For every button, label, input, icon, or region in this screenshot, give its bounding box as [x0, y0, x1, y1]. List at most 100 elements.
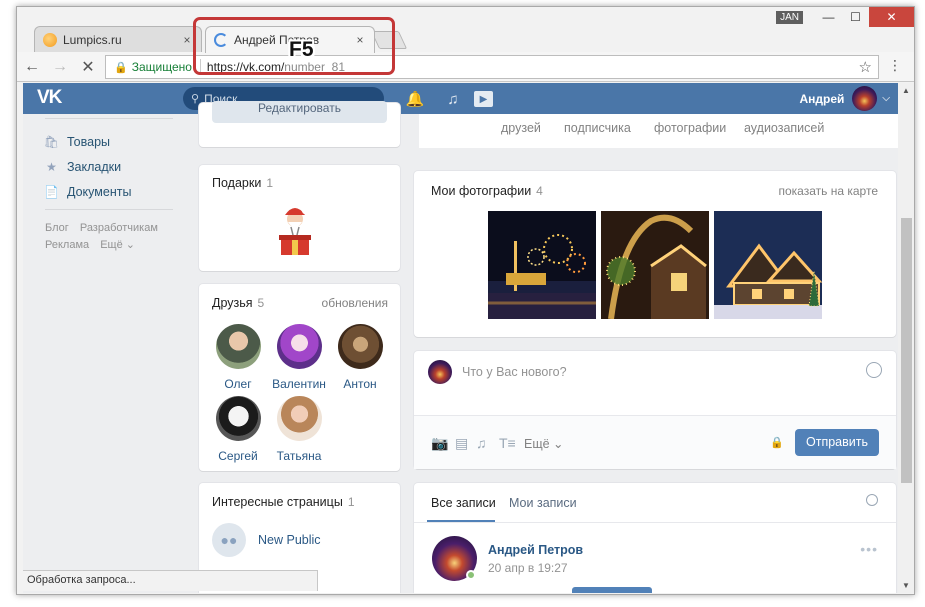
friend-tatyana[interactable]: Татьяна [269, 396, 329, 463]
edit-profile-button[interactable]: Редактировать [212, 101, 387, 123]
video-icon[interactable]: ▤ [455, 435, 468, 452]
tab-close-icon[interactable]: × [181, 33, 193, 47]
friends-count: 5 [257, 296, 265, 310]
footer-link-blog[interactable]: Блог [45, 222, 69, 234]
friend-sergey[interactable]: Сергей [208, 396, 268, 463]
document-icon: 📄 [44, 184, 59, 199]
search-icon: ⚲ [191, 93, 200, 105]
play-icon[interactable]: ▶ [474, 91, 493, 107]
gifts-title: Подарки [212, 176, 262, 190]
post-date[interactable]: 20 апр в 19:27 [488, 561, 568, 575]
profile-stats: друзей подписчика фотографии аудиозаписе… [419, 114, 898, 148]
friend-oleg[interactable]: Олег [208, 324, 268, 391]
menu-divider [45, 118, 173, 119]
more-options-icon[interactable]: ••• [860, 541, 878, 557]
browser-toolbar: ← → ✕ 🔒 Защищено https://vk.com/ number_… [17, 52, 914, 82]
friends-title: Друзья [212, 296, 253, 310]
post-attachment[interactable] [572, 587, 652, 593]
vk-header: VK ⚲ Поиск 🔔 ♫ ▶ Андрей ⌵ [23, 83, 898, 114]
tab-my-posts[interactable]: Мои записи [509, 496, 577, 510]
minimize-button[interactable]: — [815, 7, 842, 27]
avatar [215, 324, 261, 369]
camera-icon[interactable]: 📷 [431, 435, 448, 452]
star-icon: ★ [46, 159, 57, 174]
tab-lumpics[interactable]: Lumpics.ru × [34, 26, 202, 53]
footer-link-more[interactable]: Ещё ⌄ [100, 239, 135, 251]
page-viewport: VK ⚲ Поиск 🔔 ♫ ▶ Андрей ⌵ 🛍 Товары ★ Зак… [23, 83, 898, 593]
tab-all-posts[interactable]: Все записи [431, 496, 496, 510]
lumpics-favicon-icon [43, 33, 57, 47]
photo-christmas-house[interactable] [714, 211, 822, 319]
footer-link-ads[interactable]: Реклама [45, 239, 89, 251]
page-item-new-public[interactable]: ●● New Public [212, 523, 321, 557]
lock-icon: 🔒 [114, 61, 128, 74]
back-arrow-icon[interactable]: ← [19, 54, 45, 80]
profile-card: Редактировать [199, 101, 400, 147]
bookmark-star-icon[interactable]: ☆ [859, 58, 872, 76]
photos-card: Мои фотографии 4 показать на карте [414, 171, 896, 337]
stat-friends[interactable]: друзей [501, 121, 541, 135]
pages-count: 1 [347, 495, 355, 509]
photos-header[interactable]: Мои фотографии 4 [431, 184, 543, 198]
post-composer: Что у Вас нового? 📷 ▤ ♫ T≡ Ещё ⌄ 🔒 Отпра… [414, 351, 896, 469]
composer-more-button[interactable]: Ещё ⌄ [524, 436, 564, 451]
online-indicator [466, 570, 476, 580]
avatar [428, 360, 452, 384]
group-icon: ●● [212, 523, 246, 557]
friend-valentin[interactable]: Валентин [269, 324, 329, 391]
scroll-up-arrow-icon[interactable]: ▲ [902, 86, 910, 95]
menu-divider [45, 209, 173, 210]
gifts-header[interactable]: Подарки 1 [212, 176, 273, 190]
photo-fireworks[interactable] [488, 211, 596, 319]
friend-anton[interactable]: Антон [330, 324, 390, 391]
scrollbar-thumb[interactable] [901, 218, 912, 483]
pages-header[interactable]: Интересные страницы 1 [212, 495, 355, 509]
smile-icon[interactable] [866, 362, 882, 378]
gifts-count: 1 [266, 176, 273, 190]
stat-photos[interactable]: фотографии [654, 121, 726, 135]
browser-menu-icon[interactable]: ⋮ [888, 57, 902, 74]
menu-item-bookmarks[interactable]: ★ Закладки [33, 154, 183, 179]
bag-icon: 🛍 [43, 134, 60, 149]
composer-input[interactable]: Что у Вас нового? [462, 365, 567, 379]
close-window-button[interactable]: ✕ [869, 7, 914, 27]
friend-name: Антон [343, 377, 377, 391]
menu-item-label: Документы [67, 184, 132, 199]
user-menu[interactable]: Андрей ⌵ [799, 86, 890, 111]
vk-logo[interactable]: VK [37, 87, 62, 109]
page-scrollbar[interactable]: ▲ ▼ [898, 83, 914, 593]
stop-loading-icon[interactable]: ✕ [75, 54, 101, 80]
lock-icon[interactable]: 🔒 [770, 436, 784, 449]
maximize-button[interactable]: ☐ [842, 7, 869, 27]
post-author[interactable]: Андрей Петров [488, 543, 583, 557]
tab-title: Lumpics.ru [63, 33, 122, 47]
music-note-icon[interactable]: ♫ [476, 435, 487, 451]
menu-item-documents[interactable]: 📄 Документы [33, 179, 183, 204]
friends-updates-link[interactable]: обновления [322, 296, 388, 310]
stat-followers[interactable]: подписчика [564, 121, 631, 135]
avatar [276, 396, 322, 441]
send-button[interactable]: Отправить [795, 429, 879, 456]
footer-link-developers[interactable]: Разработчикам [80, 222, 158, 234]
show-on-map-link[interactable]: показать на карте [779, 184, 879, 198]
friends-header[interactable]: Друзья 5 [212, 296, 264, 310]
gifts-card: Подарки 1 [199, 165, 400, 271]
scroll-down-arrow-icon[interactable]: ▼ [902, 581, 910, 590]
search-icon[interactable] [866, 494, 878, 506]
text-format-icon[interactable]: T≡ [499, 435, 516, 451]
music-note-icon[interactable]: ♫ [443, 89, 463, 109]
menu-item-goods[interactable]: 🛍 Товары [33, 129, 183, 154]
browser-window: Lumpics.ru × Андрей Петров × JAN — ☐ ✕ ←… [16, 6, 915, 595]
wall-tabs: Все записи Мои записи [414, 483, 896, 523]
stat-audio[interactable]: аудиозаписей [744, 121, 824, 135]
profile-badge[interactable]: JAN [776, 10, 803, 24]
forward-arrow-icon[interactable]: → [47, 54, 73, 80]
photo-lit-house[interactable] [601, 211, 709, 319]
page-name: New Public [258, 533, 321, 547]
avatar [852, 86, 878, 111]
bell-icon[interactable]: 🔔 [405, 89, 425, 109]
tab-strip: Lumpics.ru × Андрей Петров × JAN — ☐ ✕ [17, 7, 914, 53]
friend-name: Олег [224, 377, 252, 391]
gift-jack-in-box-icon[interactable] [271, 201, 319, 257]
friend-name: Татьяна [276, 449, 322, 463]
